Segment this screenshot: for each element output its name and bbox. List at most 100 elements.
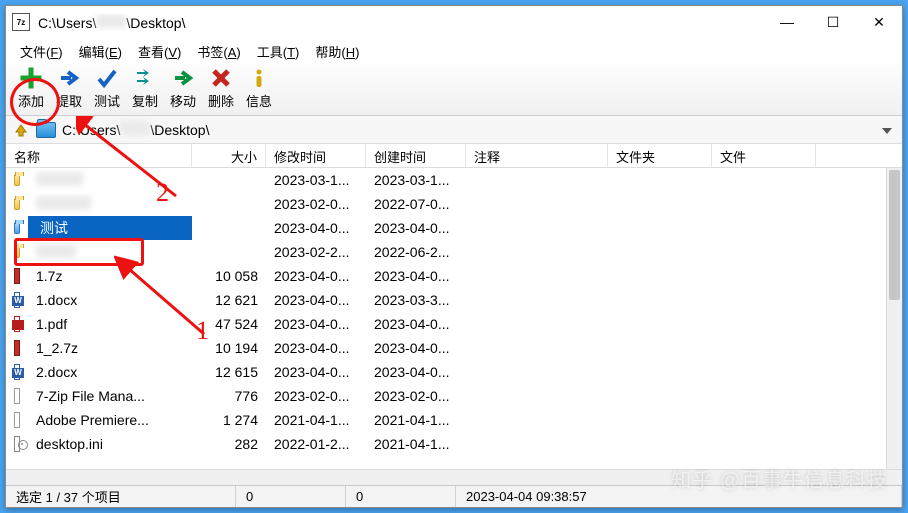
row-note <box>466 226 608 230</box>
row-ctime: 2022-06-2... <box>366 242 466 262</box>
menu-v[interactable]: 查看(V) <box>130 39 189 64</box>
row-file <box>712 298 816 302</box>
row-size: 282 <box>192 434 266 454</box>
row-size: 776 <box>192 386 266 406</box>
row-mtime: 2023-04-0... <box>266 290 366 310</box>
row-name: Adobe Premiere... <box>28 410 192 430</box>
row-dir <box>608 322 712 326</box>
app-window: 7z C:\Users\\Desktop\ — ☐ ✕ 文件(F)编辑(E)查看… <box>5 5 903 508</box>
row-mtime: 2023-04-0... <box>266 266 366 286</box>
row-ctime: 2022-07-0... <box>366 194 466 214</box>
toolbar-label: 移动 <box>166 91 200 110</box>
row-ctime: 2023-04-0... <box>366 266 466 286</box>
row-dir <box>608 298 712 302</box>
col-ctime[interactable]: 创建时间 <box>366 144 466 167</box>
row-dir <box>608 418 712 422</box>
scrollbar-thumb[interactable] <box>889 170 900 300</box>
table-row[interactable]: 2023-02-2...2022-06-2... <box>6 240 886 264</box>
row-size: 12 615 <box>192 362 266 382</box>
row-size <box>192 178 266 182</box>
col-dir[interactable]: 文件夹 <box>608 144 712 167</box>
row-icon <box>6 220 28 236</box>
row-name: 2.docx <box>28 362 192 382</box>
address-dropdown-icon[interactable] <box>878 122 896 137</box>
row-size <box>192 226 266 230</box>
table-row[interactable]: 2023-02-0...2022-07-0... <box>6 192 886 216</box>
toolbar-delete-button[interactable]: 删除 <box>204 65 238 110</box>
row-note <box>466 178 608 182</box>
app-icon: 7z <box>12 13 30 31</box>
col-size[interactable]: 大小 <box>192 144 266 167</box>
row-note <box>466 202 608 206</box>
maximize-button[interactable]: ☐ <box>810 7 856 37</box>
row-icon <box>6 266 28 286</box>
row-dir <box>608 394 712 398</box>
col-note[interactable]: 注释 <box>466 144 608 167</box>
menu-e[interactable]: 编辑(E) <box>71 39 130 64</box>
close-button[interactable]: ✕ <box>856 7 902 37</box>
menu-h[interactable]: 帮助(H) <box>307 39 367 64</box>
toolbar-extract-button[interactable]: 提取 <box>52 65 86 110</box>
toolbar: 添加提取测试复制移动删除信息 <box>6 64 902 116</box>
table-row[interactable]: 测试 2023-04-0...2023-04-0... <box>6 216 886 240</box>
col-mtime[interactable]: 修改时间 <box>266 144 366 167</box>
extract-icon <box>52 65 86 91</box>
col-file[interactable]: 文件 <box>712 144 816 167</box>
horizontal-scrollbar[interactable] <box>6 469 902 485</box>
table-row[interactable]: 1.7z10 0582023-04-0...2023-04-0... <box>6 264 886 288</box>
toolbar-info-button[interactable]: 信息 <box>242 65 276 110</box>
row-ctime: 2023-04-0... <box>366 362 466 382</box>
table-row[interactable]: 7-Zip File Mana...7762023-02-0...2023-02… <box>6 384 886 408</box>
minimize-button[interactable]: — <box>764 7 810 37</box>
row-note <box>466 346 608 350</box>
row-icon <box>6 386 28 406</box>
menu-a[interactable]: 书签(A) <box>189 39 248 64</box>
toolbar-move-button[interactable]: 移动 <box>166 65 200 110</box>
vertical-scrollbar[interactable] <box>886 168 902 469</box>
menubar: 文件(F)编辑(E)查看(V)书签(A)工具(T)帮助(H) <box>6 38 902 64</box>
table-row[interactable]: Adobe Premiere...1 2742021-04-1...2021-0… <box>6 408 886 432</box>
row-file <box>712 226 816 230</box>
file-list[interactable]: 2023-03-1...2023-03-1...2023-02-0...2022… <box>6 168 902 469</box>
row-icon <box>6 410 28 430</box>
row-file <box>712 202 816 206</box>
row-mtime: 2023-04-0... <box>266 218 366 238</box>
row-icon <box>6 338 28 358</box>
address-bar[interactable]: C:\Users\\Desktop\ <box>6 116 902 144</box>
table-row[interactable]: 2023-03-1...2023-03-1... <box>6 168 886 192</box>
toolbar-add-button[interactable]: 添加 <box>14 65 48 110</box>
row-size: 12 621 <box>192 290 266 310</box>
table-row[interactable]: 1_2.7z10 1942023-04-0...2023-04-0... <box>6 336 886 360</box>
row-ctime: 2023-04-0... <box>366 338 466 358</box>
row-file <box>712 250 816 254</box>
row-mtime: 2023-02-0... <box>266 386 366 406</box>
row-file <box>712 418 816 422</box>
row-name: 测试 <box>28 216 192 240</box>
test-icon <box>90 65 124 91</box>
row-ctime: 2023-02-0... <box>366 386 466 406</box>
row-file <box>712 394 816 398</box>
row-ctime: 2023-04-0... <box>366 218 466 238</box>
row-name: 1_2.7z <box>28 338 192 358</box>
up-button[interactable] <box>12 121 30 139</box>
toolbar-test-button[interactable]: 测试 <box>90 65 124 110</box>
address-path[interactable]: C:\Users\\Desktop\ <box>62 121 878 138</box>
col-name[interactable]: 名称 <box>6 144 192 167</box>
table-row[interactable]: 2.docx12 6152023-04-0...2023-04-0... <box>6 360 886 384</box>
row-note <box>466 298 608 302</box>
row-dir <box>608 250 712 254</box>
toolbar-copy-button[interactable]: 复制 <box>128 65 162 110</box>
address-blurred-part <box>120 121 150 135</box>
table-row[interactable]: desktop.ini2822022-01-2...2021-04-1... <box>6 432 886 456</box>
menu-f[interactable]: 文件(F) <box>12 39 71 64</box>
row-name: 7-Zip File Mana... <box>28 386 192 406</box>
row-file <box>712 322 816 326</box>
titlebar: 7z C:\Users\\Desktop\ — ☐ ✕ <box>6 6 902 38</box>
menu-t[interactable]: 工具(T) <box>249 39 308 64</box>
row-dir <box>608 226 712 230</box>
row-ctime: 2021-04-1... <box>366 410 466 430</box>
row-mtime: 2023-04-0... <box>266 314 366 334</box>
row-mtime: 2021-04-1... <box>266 410 366 430</box>
table-row[interactable]: 1.docx12 6212023-04-0...2023-03-3... <box>6 288 886 312</box>
table-row[interactable]: 1.pdf47 5242023-04-0...2023-04-0... <box>6 312 886 336</box>
